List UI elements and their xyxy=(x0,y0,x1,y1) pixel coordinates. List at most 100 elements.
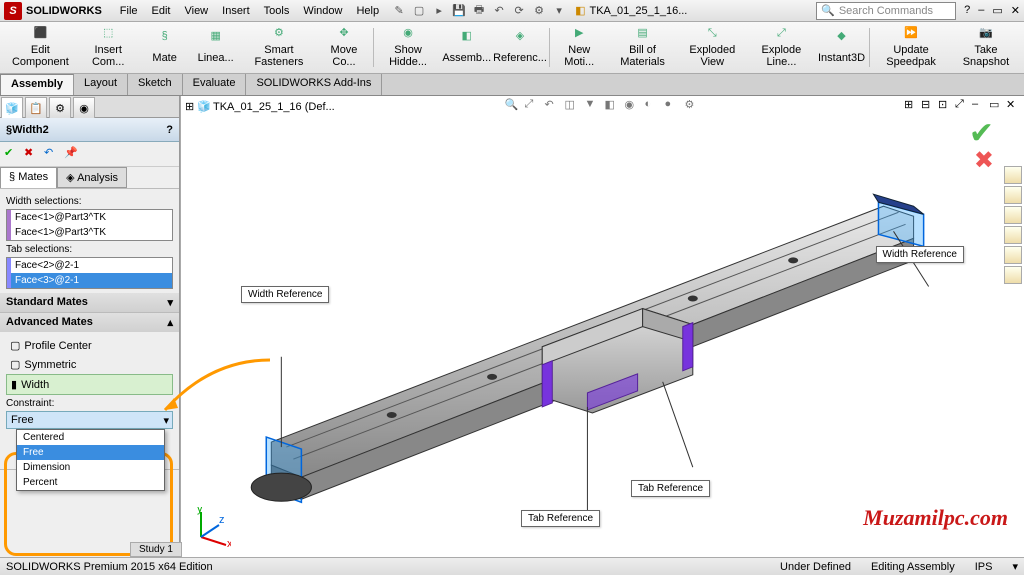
display-tab[interactable]: ◉ xyxy=(73,97,95,119)
document-title: TKA_01_25_1_16... xyxy=(590,5,688,17)
search-icon: 🔍 xyxy=(821,4,835,17)
menu-insert[interactable]: Insert xyxy=(216,3,256,19)
exploded-view-button[interactable]: ⤡Exploded View xyxy=(678,24,746,71)
min-icon[interactable]: – xyxy=(972,98,986,112)
view-orient-icon[interactable]: ▼ xyxy=(585,98,601,114)
appearance-icon[interactable]: ● xyxy=(665,98,681,114)
menu-view[interactable]: View xyxy=(178,3,214,19)
prev-view-icon[interactable]: ↶ xyxy=(545,98,561,114)
width-option[interactable]: ▮ Width xyxy=(6,374,173,395)
option-dimension[interactable]: Dimension xyxy=(17,460,164,475)
options-icon[interactable]: ⚙ xyxy=(531,3,547,19)
flyout-tree[interactable]: ⊞ 🧊 TKA_01_25_1_16 (Def... xyxy=(185,100,335,113)
standard-mates-header[interactable]: Standard Mates▾ xyxy=(0,293,179,312)
svg-text:z: z xyxy=(219,514,225,526)
move-component-button[interactable]: ✥Move Co... xyxy=(317,24,371,71)
full-icon[interactable]: ⤢ xyxy=(955,98,969,112)
insert-component-button[interactable]: ⬚Insert Com... xyxy=(78,24,139,71)
status-units[interactable]: IPS xyxy=(975,561,993,573)
split-v-icon[interactable]: ⊟ xyxy=(921,98,935,112)
undo-mate-button[interactable]: ↶ xyxy=(44,146,60,162)
section-icon[interactable]: ◫ xyxy=(565,98,581,114)
ok-button[interactable]: ✔ xyxy=(4,146,20,162)
zoom-area-icon[interactable]: ⤢ xyxy=(525,98,541,114)
menu-tools[interactable]: Tools xyxy=(258,3,296,19)
option-free[interactable]: Free xyxy=(17,445,164,460)
pin-icon[interactable]: ✎ xyxy=(391,3,407,19)
symmetric-option[interactable]: ▢ Symmetric xyxy=(6,355,173,374)
search-placeholder: Search Commands xyxy=(839,5,933,17)
minimize-icon[interactable]: – xyxy=(978,4,984,17)
list-item[interactable]: Face<1>@Part3^TK xyxy=(7,225,172,240)
snapshot-button[interactable]: 📷Take Snapshot xyxy=(952,24,1020,71)
undo-icon[interactable]: ↶ xyxy=(491,3,507,19)
analysis-subtab[interactable]: ◈ Analysis xyxy=(57,167,127,188)
explode-line-button[interactable]: ⤢Explode Line... xyxy=(747,24,815,71)
smart-fasteners-button[interactable]: ⚙Smart Fasteners xyxy=(242,24,317,71)
menu-edit[interactable]: Edit xyxy=(146,3,177,19)
restore-icon[interactable]: ▭ xyxy=(992,4,1002,17)
option-centered[interactable]: Centered xyxy=(17,430,164,445)
constraint-label: Constraint: xyxy=(6,398,173,409)
width-selections-list[interactable]: Face<1>@Part3^TK Face<1>@Part3^TK xyxy=(6,209,173,241)
option-percent[interactable]: Percent xyxy=(17,475,164,490)
instant3d-button[interactable]: ◆Instant3D xyxy=(817,24,867,71)
scene-icon[interactable]: ◐ xyxy=(645,98,661,114)
new-motion-button[interactable]: ▶New Moti... xyxy=(552,24,607,71)
property-tab[interactable]: 📋 xyxy=(25,97,47,119)
tab-layout[interactable]: Layout xyxy=(74,74,128,95)
save-icon[interactable]: 💾 xyxy=(451,3,467,19)
profile-center-option[interactable]: ▢ Profile Center xyxy=(6,336,173,355)
rebuild-icon[interactable]: ⟳ xyxy=(511,3,527,19)
pushpin-button[interactable]: 📌 xyxy=(64,146,80,162)
show-hidden-button[interactable]: ◉Show Hidde... xyxy=(376,24,441,71)
view-triad[interactable]: x y z xyxy=(191,507,231,547)
tab-evaluate[interactable]: Evaluate xyxy=(183,74,247,95)
constraint-options[interactable]: Centered Free Dimension Percent xyxy=(16,429,165,491)
list-item[interactable]: Face<2>@2-1 xyxy=(7,258,172,273)
new-icon[interactable]: ▢ xyxy=(411,3,427,19)
constraint-dropdown[interactable]: Free xyxy=(6,411,173,429)
tab-addins[interactable]: SOLIDWORKS Add-Ins xyxy=(246,74,382,95)
bom-button[interactable]: ▤Bill of Materials xyxy=(608,24,678,71)
mates-subtab[interactable]: § Mates xyxy=(0,167,57,188)
status-more-icon[interactable]: ▾ xyxy=(1012,560,1018,573)
tab-selections-list[interactable]: Face<2>@2-1 Face<3>@2-1 xyxy=(6,257,173,289)
advanced-mates-header[interactable]: Advanced Mates▴ xyxy=(0,313,179,332)
display-style-icon[interactable]: ◧ xyxy=(605,98,621,114)
menu-help[interactable]: Help xyxy=(350,3,385,19)
config-tab[interactable]: ⚙ xyxy=(49,97,71,119)
hide-show-icon[interactable]: ◉ xyxy=(625,98,641,114)
feature-tree-tab[interactable]: 🧊 xyxy=(1,97,23,119)
help-icon[interactable]: ? xyxy=(964,4,970,17)
model-view[interactable] xyxy=(191,146,1014,527)
cancel-button[interactable]: ✖ xyxy=(24,146,40,162)
close-view-icon[interactable]: ✕ xyxy=(1006,98,1020,112)
split-h-icon[interactable]: ⊞ xyxy=(904,98,918,112)
assembly-icon: ◧ xyxy=(575,4,585,17)
status-bar: SOLIDWORKS Premium 2015 x64 Edition Unde… xyxy=(0,557,1024,575)
open-icon[interactable]: ▸ xyxy=(431,3,447,19)
print-icon[interactable]: 🖶 xyxy=(471,3,487,19)
graphics-viewport[interactable]: ⊞ 🧊 TKA_01_25_1_16 (Def... 🔍 ⤢ ↶ ◫ ▼ ◧ ◉… xyxy=(180,96,1024,557)
max-icon[interactable]: ▭ xyxy=(989,98,1003,112)
tab-sketch[interactable]: Sketch xyxy=(128,74,183,95)
speedpak-button[interactable]: ⏩Update Speedpak xyxy=(871,24,951,71)
linear-pattern-button[interactable]: ▦Linea... xyxy=(191,24,241,71)
assembly-features-button[interactable]: ◧Assemb... xyxy=(442,24,492,71)
mate-button[interactable]: §Mate xyxy=(140,24,190,71)
search-commands[interactable]: 🔍 Search Commands xyxy=(816,2,956,20)
menu-window[interactable]: Window xyxy=(297,3,348,19)
tab-assembly[interactable]: Assembly xyxy=(0,74,74,95)
list-item[interactable]: Face<3>@2-1 xyxy=(7,273,172,288)
more-icon[interactable]: ▾ xyxy=(551,3,567,19)
motion-study-tab[interactable]: Study 1 xyxy=(130,542,182,557)
reference-geometry-button[interactable]: ◈Referenc... xyxy=(493,24,547,71)
zoom-fit-icon[interactable]: 🔍 xyxy=(505,98,521,114)
view-settings-icon[interactable]: ⚙ xyxy=(685,98,701,114)
close-icon[interactable]: ✕ xyxy=(1011,4,1020,17)
menu-file[interactable]: File xyxy=(114,3,144,19)
edit-component-button[interactable]: ⬛Edit Component xyxy=(4,24,77,71)
list-item[interactable]: Face<1>@Part3^TK xyxy=(7,210,172,225)
link-icon[interactable]: ⊡ xyxy=(938,98,952,112)
